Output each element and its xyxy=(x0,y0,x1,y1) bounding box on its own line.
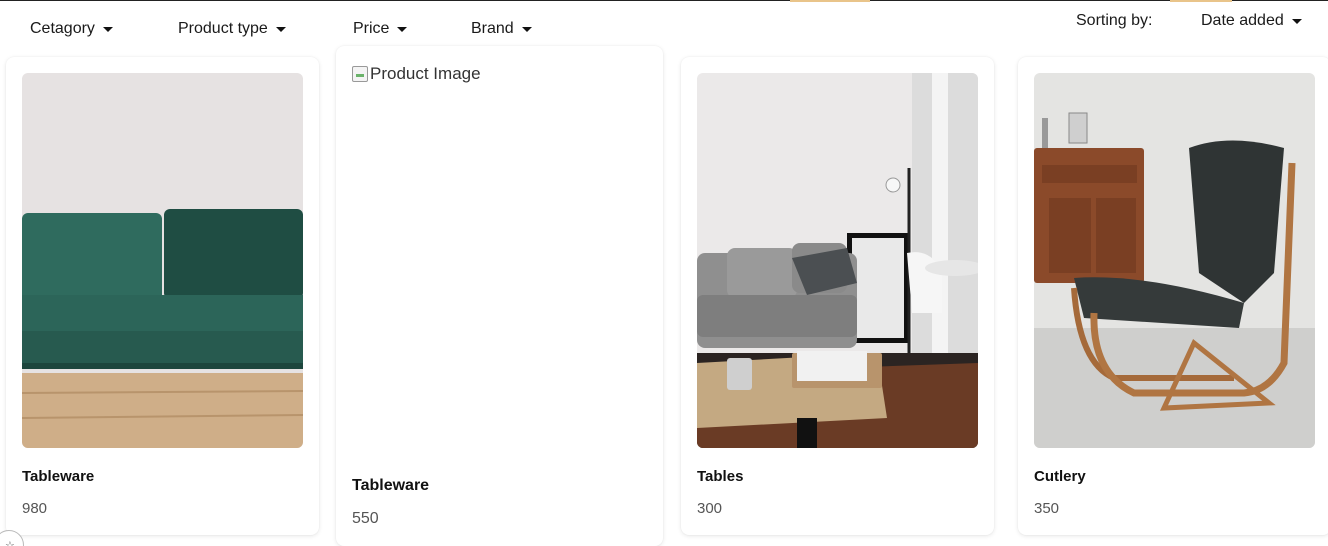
product-image-alt: Product Image xyxy=(370,64,481,83)
product-title: Cutlery xyxy=(1034,468,1086,485)
top-accent xyxy=(790,0,870,2)
product-price: 550 xyxy=(352,510,379,527)
top-accent xyxy=(1170,0,1232,2)
sort-dropdown[interactable]: Date added xyxy=(1201,12,1302,30)
caret-down-icon xyxy=(397,26,408,32)
broken-image-icon xyxy=(352,66,368,82)
product-card[interactable]: Tableware 980 xyxy=(6,57,319,535)
product-card[interactable]: Product Image Tableware 550 xyxy=(336,46,663,546)
product-image xyxy=(1034,73,1315,448)
brand-filter-label: Brand xyxy=(471,20,514,37)
product-price: 350 xyxy=(1034,500,1060,517)
product-type-filter-label: Product type xyxy=(178,20,268,37)
sort-label: Sorting by: xyxy=(1076,12,1153,29)
product-card[interactable]: Tables 300 xyxy=(681,57,994,535)
price-filter-dropdown[interactable]: Price xyxy=(353,20,408,38)
product-title: Tableware xyxy=(352,477,430,494)
product-image-broken: Product Image xyxy=(352,64,481,84)
caret-down-icon xyxy=(102,26,113,32)
product-image xyxy=(22,73,303,448)
product-type-filter-dropdown[interactable]: Product type xyxy=(178,20,286,38)
product-price: 980 xyxy=(22,500,48,517)
brand-filter-dropdown[interactable]: Brand xyxy=(471,20,532,38)
product-title: Tables xyxy=(697,468,744,485)
product-image xyxy=(697,73,978,448)
product-card[interactable]: Cutlery 350 xyxy=(1018,57,1328,535)
category-filter-label: Cetagory xyxy=(30,20,95,37)
product-title: Tableware xyxy=(22,468,95,485)
sort-selected-value: Date added xyxy=(1201,12,1284,29)
top-border xyxy=(0,0,1328,2)
caret-down-icon xyxy=(1291,18,1302,24)
caret-down-icon xyxy=(275,26,286,32)
product-price: 300 xyxy=(697,500,723,517)
price-filter-label: Price xyxy=(353,20,390,37)
category-filter-dropdown[interactable]: Cetagory xyxy=(30,20,113,38)
caret-down-icon xyxy=(521,26,532,32)
